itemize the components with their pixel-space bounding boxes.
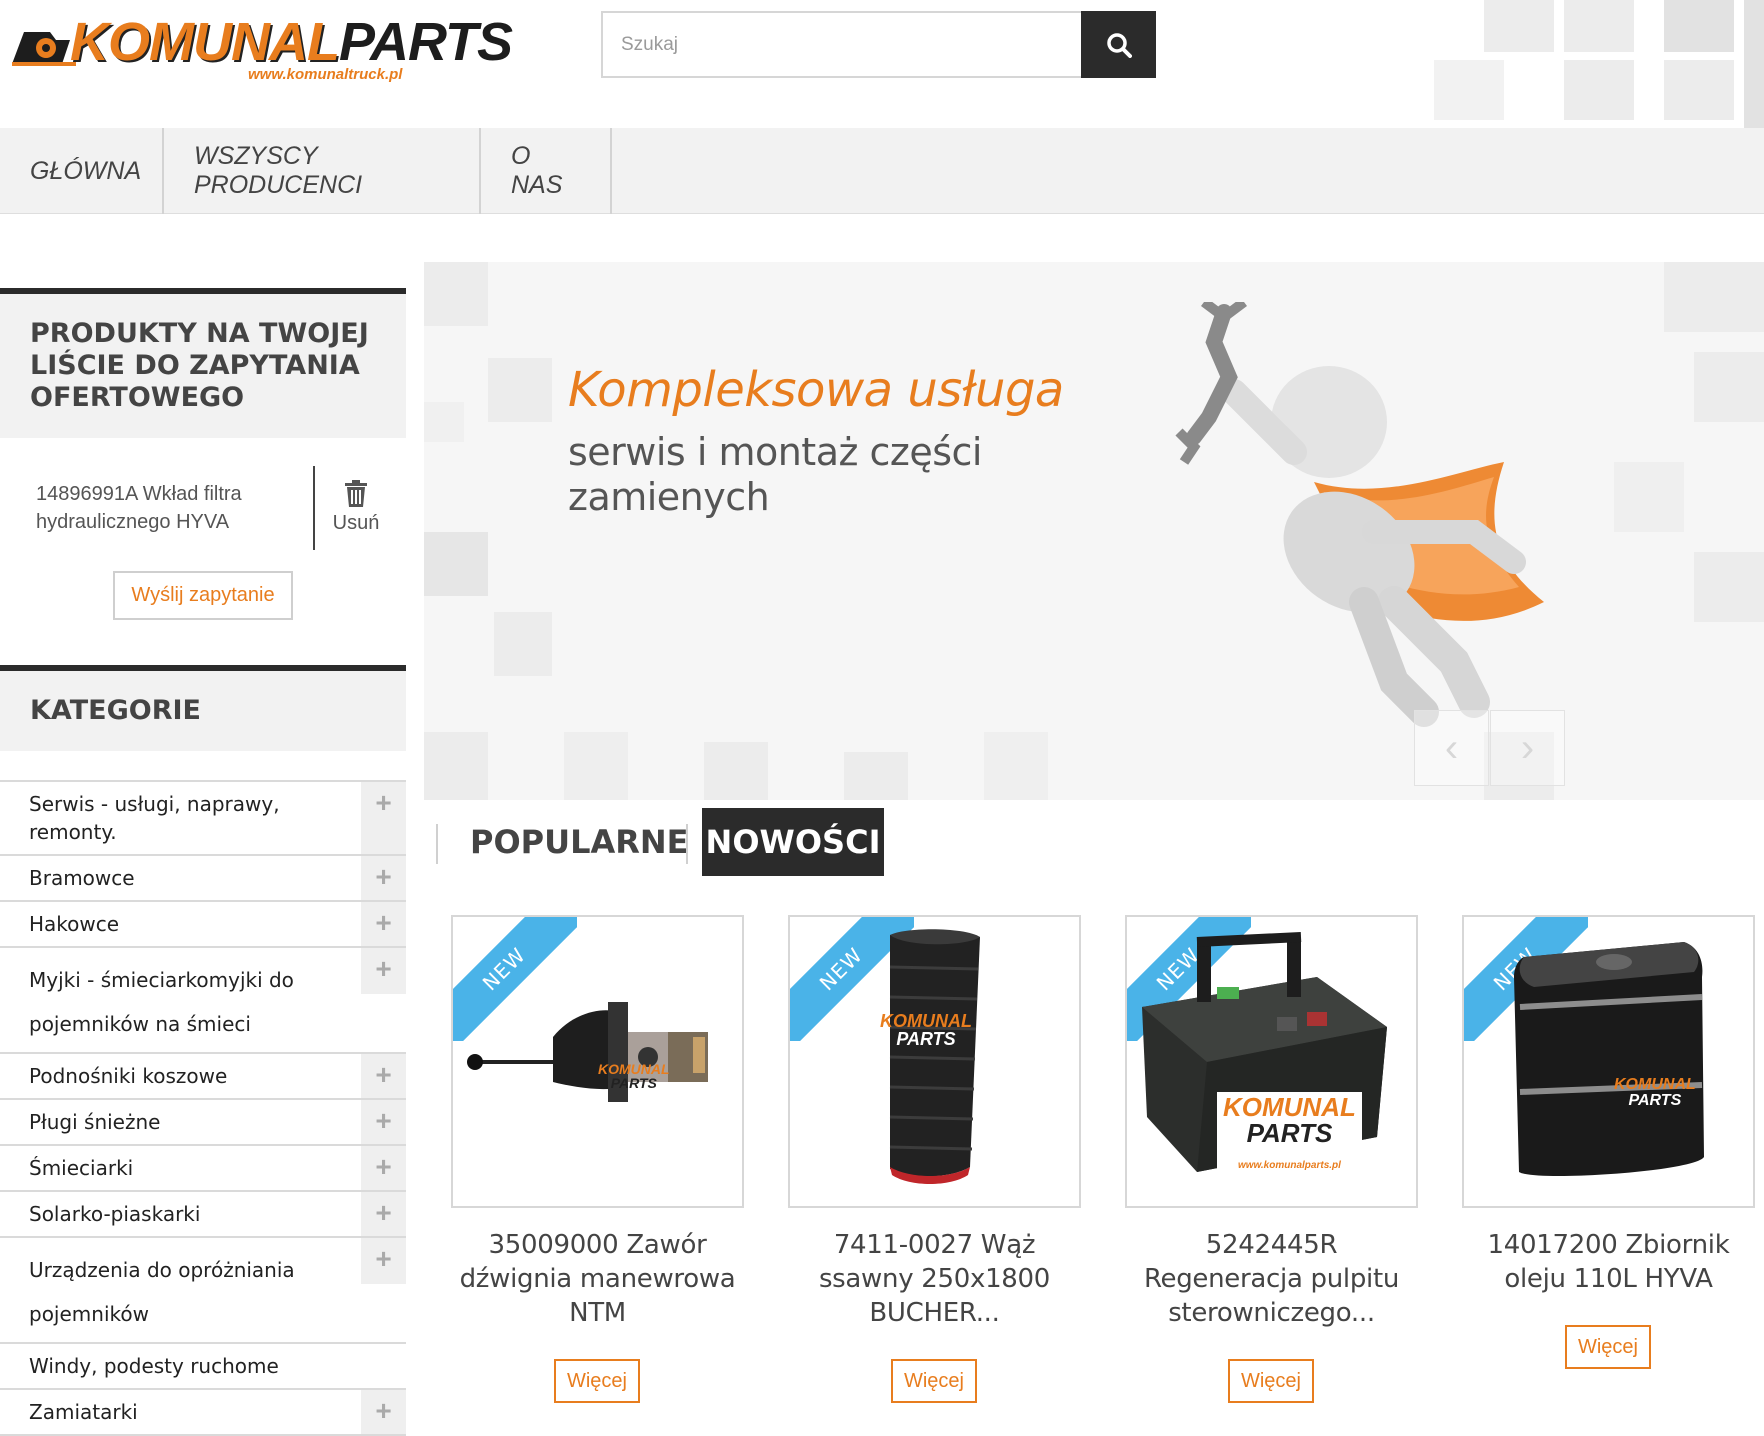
category-label: Pługi śnieżne xyxy=(29,1110,161,1134)
plus-icon[interactable]: + xyxy=(361,856,406,900)
plus-icon[interactable]: + xyxy=(361,1146,406,1190)
category-item[interactable]: Bramowce + xyxy=(0,856,406,902)
more-button[interactable]: Więcej xyxy=(1228,1359,1314,1403)
plus-icon[interactable]: + xyxy=(361,902,406,946)
product-image[interactable]: NEW KOMUNAL PARTS www.komunalparts.pl xyxy=(1125,915,1418,1208)
category-label: Podnośniki koszowe xyxy=(29,1064,228,1088)
plus-icon[interactable]: + xyxy=(361,782,406,854)
category-item[interactable]: Windy, podesty ruchome xyxy=(0,1344,406,1390)
divider xyxy=(313,466,315,550)
product-name[interactable]: 5242445R Regeneracja pulpitu sterownicze… xyxy=(1125,1228,1418,1330)
more-button[interactable]: Więcej xyxy=(1565,1325,1651,1369)
plus-icon[interactable]: + xyxy=(361,1238,406,1284)
nav-item-about[interactable]: O NAS xyxy=(481,128,612,214)
categories-title: KATEGORIE xyxy=(0,665,406,751)
watermark: KOMUNAL PARTS xyxy=(598,1061,670,1091)
category-item[interactable]: Śmieciarki + xyxy=(0,1146,406,1192)
site-logo[interactable]: KOMUNALPARTS www.komunaltruck.pl xyxy=(10,10,513,90)
product-card[interactable]: NEW KOMUNAL PARTS 7411-0027 Wąż ssawny 25… xyxy=(788,915,1081,1403)
category-label: Serwis - usługi, naprawy, remonty. xyxy=(29,792,280,844)
remove-label: Usuń xyxy=(332,512,380,534)
logo-wordmark: KOMUNALPARTS xyxy=(70,12,513,72)
watermark: KOMUNAL PARTS www.komunalparts.pl xyxy=(1217,1092,1362,1174)
search-bar xyxy=(601,11,1156,78)
tab-divider xyxy=(686,824,688,864)
product-card[interactable]: NEW KOMUNAL PARTS 14017200 Zbiornik oleju… xyxy=(1462,915,1755,1369)
more-button[interactable]: Więcej xyxy=(891,1359,977,1403)
nav-item-home[interactable]: GŁÓWNA xyxy=(0,128,164,214)
remove-button[interactable]: Usuń xyxy=(326,480,386,535)
category-item[interactable]: Podnośniki koszowe + xyxy=(0,1054,406,1100)
product-card[interactable]: NEW KOMUNAL PARTS www.komunalparts.pl 5242… xyxy=(1125,915,1418,1403)
search-button[interactable] xyxy=(1081,11,1156,78)
tab-new[interactable]: NOWOŚCI xyxy=(702,808,884,876)
watermark: KOMUNAL PARTS xyxy=(880,1011,972,1049)
product-image[interactable]: NEW KOMUNAL PARTS xyxy=(451,915,744,1208)
tab-popular[interactable]: POPULARNE xyxy=(454,808,705,876)
plus-icon[interactable]: + xyxy=(361,1054,406,1098)
oil-tank-image xyxy=(1514,942,1704,1177)
plus-icon[interactable]: + xyxy=(361,948,406,994)
category-item[interactable]: Serwis - usługi, naprawy, remonty. + xyxy=(0,782,406,856)
hero-headline: Kompleksowa usługa xyxy=(568,362,1064,418)
category-label: Bramowce xyxy=(29,866,135,890)
logo-url: www.komunaltruck.pl xyxy=(248,66,403,83)
nav-item-producers[interactable]: WSZYSCY PRODUCENCI xyxy=(164,128,481,214)
category-label: Windy, podesty ruchome xyxy=(29,1354,279,1378)
search-icon xyxy=(1106,32,1132,58)
product-name[interactable]: 7411-0027 Wąż ssawny 250x1800 BUCHER... xyxy=(788,1228,1081,1330)
quote-list-heading: PRODUKTY NA TWOJEJ LIŚCIE DO ZAPYTANIA O… xyxy=(30,318,369,413)
product-name[interactable]: 14017200 Zbiornik oleju 110L HYVA xyxy=(1462,1228,1755,1296)
hero-slider: Kompleksowa usługa serwis i montaż częśc… xyxy=(424,262,1764,800)
categories-heading: KATEGORIE xyxy=(30,695,201,726)
chevron-left-icon: ‹ xyxy=(1444,725,1459,770)
category-item[interactable]: Urządzenia do opróżniania pojemników + xyxy=(0,1238,406,1344)
more-button[interactable]: Więcej xyxy=(554,1359,640,1403)
category-label: Śmieciarki xyxy=(29,1156,134,1180)
trash-icon xyxy=(345,480,367,507)
slider-next-button[interactable]: › xyxy=(1490,710,1565,786)
watermark: KOMUNAL PARTS xyxy=(1614,1076,1696,1109)
site-header: KOMUNALPARTS www.komunaltruck.pl xyxy=(0,0,1764,128)
category-label: Hakowce xyxy=(29,912,120,936)
search-input[interactable] xyxy=(601,11,1081,78)
quote-list-title: PRODUKTY NA TWOJEJ LIŚCIE DO ZAPYTANIA O… xyxy=(0,288,406,438)
plus-icon[interactable]: + xyxy=(361,1192,406,1236)
product-card[interactable]: NEW KOMUNAL PARTS 35009000 Zawór dźwignia… xyxy=(451,915,744,1403)
category-item[interactable]: Solarko-piaskarki + xyxy=(0,1192,406,1238)
tab-divider xyxy=(436,824,438,864)
product-name[interactable]: 35009000 Zawór dźwignia manewrowa NTM xyxy=(451,1228,744,1330)
category-item[interactable]: Zamiatarki + xyxy=(0,1390,406,1436)
category-item[interactable]: Myjki - śmieciarkomyjki do pojemników na… xyxy=(0,948,406,1054)
category-label: Solarko-piaskarki xyxy=(29,1202,201,1226)
category-item[interactable]: Hakowce + xyxy=(0,902,406,948)
product-image[interactable]: NEW KOMUNAL PARTS xyxy=(788,915,1081,1208)
category-label: Zamiatarki xyxy=(29,1400,138,1424)
send-inquiry-button[interactable]: Wyślij zapytanie xyxy=(113,571,293,620)
flying-hero-figure-illustration xyxy=(1175,302,1544,727)
category-label: Urządzenia do opróżniania pojemników xyxy=(29,1258,295,1326)
product-image[interactable]: NEW KOMUNAL PARTS xyxy=(1462,915,1755,1208)
chevron-right-icon: › xyxy=(1520,725,1535,770)
category-item[interactable]: Pługi śnieżne + xyxy=(0,1100,406,1146)
hose-image xyxy=(889,929,980,1184)
hero-subline: serwis i montaż części zamienych xyxy=(568,430,982,519)
plus-icon[interactable]: + xyxy=(361,1100,406,1144)
plus-icon[interactable]: + xyxy=(361,1390,406,1434)
category-label: Myjki - śmieciarkomyjki do pojemników na… xyxy=(29,968,294,1036)
category-list: Serwis - usługi, naprawy, remonty. + Bra… xyxy=(0,780,406,1436)
slider-prev-button[interactable]: ‹ xyxy=(1414,710,1489,786)
quote-list-item: 14896991A Wkład filtra hydraulicznego HY… xyxy=(36,483,242,533)
main-navigation: GŁÓWNA WSZYSCY PRODUCENCI O NAS xyxy=(0,128,1764,214)
